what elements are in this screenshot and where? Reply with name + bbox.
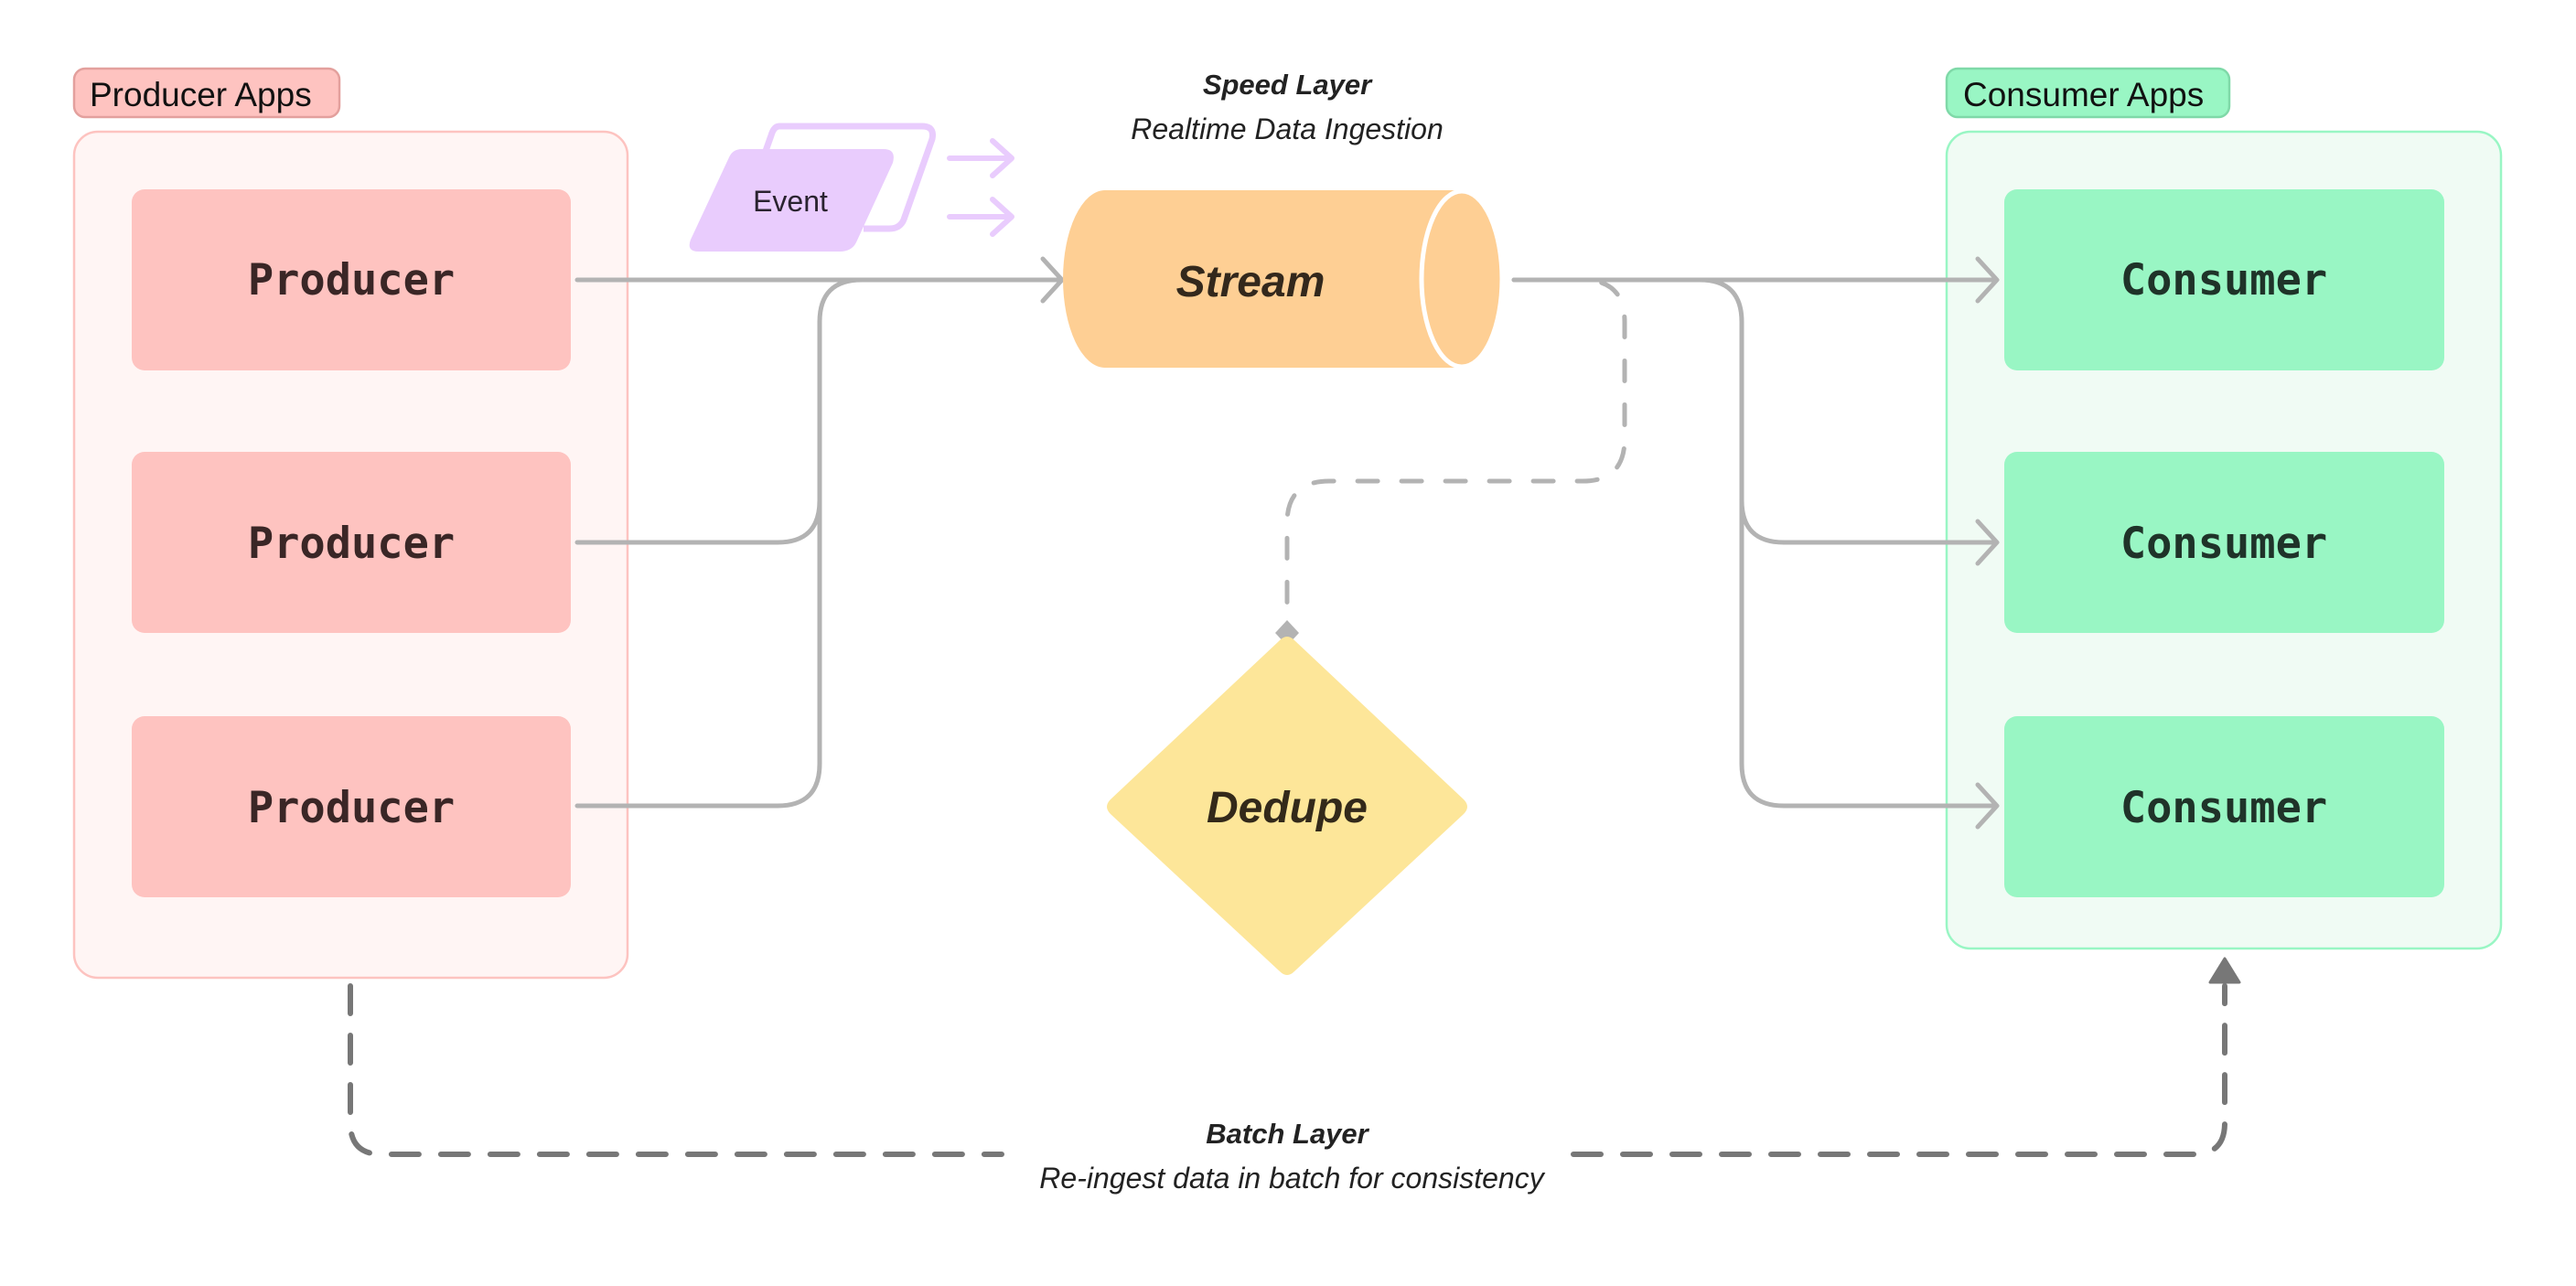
batch-connector-right [1571, 983, 2227, 1157]
event-back-card-left [762, 123, 783, 155]
arrow-up-icon [2208, 957, 2241, 984]
architecture-diagram: Producer Apps Producer Producer Producer… [72, 67, 2503, 1195]
batch-connector-left [348, 983, 1004, 1157]
consumer-node[interactable]: Consumer [2004, 716, 2444, 897]
stream-end-cap [1419, 188, 1505, 370]
stream-to-consumer-connectors [1511, 256, 2000, 830]
producer-node[interactable]: Producer [132, 716, 571, 897]
producer-label: Producer [248, 519, 455, 569]
batch-layer-title: Batch Layer [1206, 1118, 1369, 1150]
stream-node[interactable]: Stream [1063, 188, 1505, 370]
producer-label: Producer [248, 255, 455, 305]
event-node[interactable]: Event [689, 123, 1014, 252]
batch-layer-connector: Batch Layer Re-ingest data in batch for … [348, 957, 2241, 1195]
producer-node[interactable]: Producer [132, 452, 571, 633]
speed-layer-subtitle: Realtime Data Ingestion [1131, 113, 1444, 145]
consumer-group: Consumer Apps Consumer Consumer Consumer [1945, 67, 2503, 950]
consumer-label: Consumer [2120, 783, 2327, 833]
consumer-label: Consumer [2120, 255, 2327, 305]
stream-label: Stream [1176, 258, 1326, 306]
event-label: Event [753, 185, 828, 218]
producer-group-label-text: Producer Apps [90, 76, 312, 113]
consumer-label: Consumer [2120, 519, 2327, 569]
dedupe-label: Dedupe [1207, 784, 1368, 832]
event-arrow-icon [947, 197, 1014, 237]
consumer-node[interactable]: Consumer [2004, 189, 2444, 370]
producer-label: Producer [248, 783, 455, 833]
consumer-group-label: Consumer Apps [1945, 67, 2231, 119]
consumer-group-label-text: Consumer Apps [1963, 76, 2204, 113]
producer-node[interactable]: Producer [132, 189, 571, 370]
speed-layer-title: Speed Layer [1203, 69, 1373, 101]
batch-layer-subtitle: Re-ingest data in batch for consistency [1039, 1162, 1545, 1195]
dedupe-node[interactable]: Dedupe [1107, 637, 1467, 975]
consumer-node[interactable]: Consumer [2004, 452, 2444, 633]
event-arrow-icon [947, 138, 1014, 178]
producer-group: Producer Apps Producer Producer Producer [72, 67, 629, 980]
speed-layer-heading: Speed Layer Realtime Data Ingestion [1131, 69, 1444, 145]
producer-group-label: Producer Apps [72, 67, 341, 119]
producer-to-stream-connectors [574, 256, 1065, 809]
